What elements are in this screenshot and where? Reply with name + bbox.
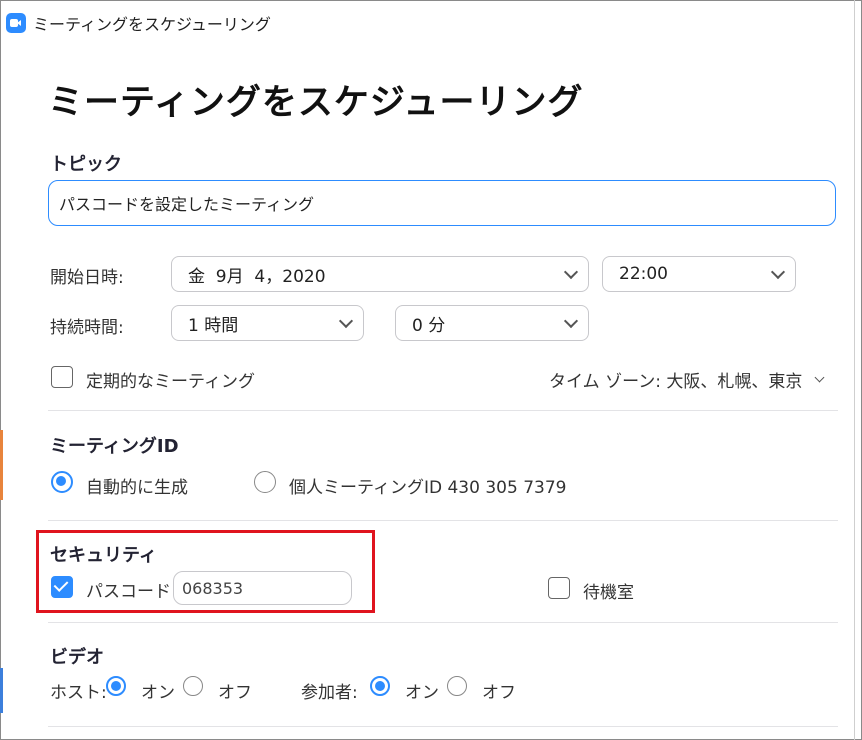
background-edge-orange [0,430,3,500]
passcode-value: 068353 [182,578,244,598]
divider [48,622,838,623]
start-date-value: 金 9月 4，2020 [188,266,326,287]
security-label: セキュリティ [50,545,157,566]
window-right-edge [854,0,855,740]
host-video-on-label: オン [141,683,175,703]
auto-generate-radio[interactable] [51,471,73,493]
personal-id-radio[interactable] [254,471,276,493]
timezone-select[interactable]: タイム ゾーン: 大阪、札幌、東京 [549,367,825,392]
auto-generate-label: 自動的に生成 [86,478,188,498]
topic-value: パスコードを設定したミーティング [59,195,315,214]
chevron-down-icon [563,313,579,329]
divider [48,410,838,411]
passcode-checkbox[interactable] [51,576,73,598]
chevron-down-icon [814,372,825,383]
window-title: ミーティングをスケジューリング [33,15,271,34]
start-time-value: 22:00 [619,264,668,284]
participant-video-on-label: オン [405,683,439,703]
recurring-checkbox[interactable] [51,366,73,388]
page-title: ミーティングをスケジューリング [48,83,584,123]
meeting-id-label: ミーティングID [50,436,179,457]
video-label: ビデオ [50,647,104,668]
duration-minutes-select[interactable]: 0 分 [395,305,589,341]
duration-label: 持続時間: [50,318,124,338]
passcode-label: パスコード [86,582,171,602]
waiting-room-checkbox[interactable] [548,577,570,599]
topic-label: トピック [50,154,122,175]
start-time-select[interactable]: 22:00 [602,256,796,292]
host-video-on-radio[interactable] [106,676,126,696]
passcode-input[interactable]: 068353 [173,571,352,605]
host-video-label: ホスト: [50,683,107,703]
divider [48,520,838,521]
topic-input[interactable]: パスコードを設定したミーティング [48,180,836,226]
duration-minutes-value: 0 分 [412,315,446,336]
participant-video-label: 参加者: [301,683,358,703]
host-video-off-label: オフ [218,683,252,703]
timezone-label: タイム ゾーン: 大阪、札幌、東京 [549,372,803,392]
start-date-select[interactable]: 金 9月 4，2020 [171,256,589,292]
background-edge-blue [0,668,3,713]
chevron-down-icon [338,313,354,329]
chevron-down-icon [563,264,579,280]
recurring-label: 定期的なミーティング [86,372,255,392]
participant-video-on-radio[interactable] [370,676,390,696]
personal-id-label: 個人ミーティングID 430 305 7379 [289,478,567,498]
host-video-off-radio[interactable] [183,676,203,696]
participant-video-off-radio[interactable] [447,676,467,696]
duration-hours-select[interactable]: 1 時間 [171,305,364,341]
duration-hours-value: 1 時間 [188,315,239,336]
waiting-room-label: 待機室 [583,583,634,603]
divider [48,726,838,727]
title-bar: ミーティングをスケジューリング [6,12,271,34]
participant-video-off-label: オフ [482,683,516,703]
chevron-down-icon [770,264,786,280]
start-label: 開始日時: [50,268,124,288]
zoom-camera-icon [6,13,26,33]
